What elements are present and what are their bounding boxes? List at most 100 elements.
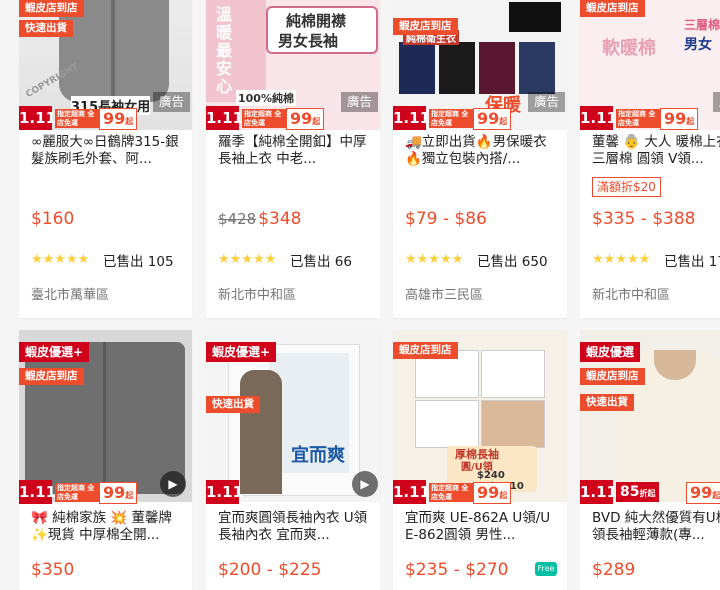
promo-1111: 1.11 — [206, 106, 243, 130]
product-image[interactable]: 蝦皮優選 蝦皮店到店 快速出貨 — [580, 330, 720, 502]
image-brand: 宜而爽 — [291, 445, 345, 466]
product-price: $79 - $86 — [405, 209, 487, 229]
product-card[interactable]: 溫暖最安心 純棉開襟 男女長袖 100%純棉 廣告 1.11 指定超商 全店免運… — [206, 0, 380, 318]
original-price: $428 — [218, 210, 257, 228]
promo-text: 指定超商 全店免運 — [55, 109, 103, 128]
badge-shopee-store: 蝦皮店到店 — [19, 368, 84, 385]
product-price: $335 - $388 — [592, 209, 696, 229]
promo-1111: 1.11 — [19, 106, 56, 130]
model-graphic — [240, 370, 282, 494]
promo-1111: 1.11 — [393, 106, 430, 130]
product-card[interactable]: 純棉衛生衣 蝦皮店到店 保暖 廣告 1.11 指定超商 全店免運 99起 🚚立即… — [393, 0, 567, 318]
badge-shopee-preferred: 蝦皮優選+ — [206, 342, 277, 362]
badge-fast-ship: 快速出貨 — [19, 20, 73, 37]
product-image[interactable]: 蝦皮優選+ 蝦皮店到店 ▶ — [19, 330, 192, 502]
sold-count: 已售出 17 — [664, 254, 720, 270]
packages-graphic — [415, 350, 545, 450]
coupon-badge: 滿額折$20 — [592, 177, 661, 197]
product-price: $235 - $270 — [405, 560, 509, 580]
cardigan-graphic — [25, 342, 185, 494]
badge-shopee-store: 蝦皮店到店 — [19, 0, 84, 17]
product-card[interactable]: 蝦皮優選 蝦皮店到店 快速出貨 1.11 85折起 99起 BVD 純大然優質有… — [580, 330, 720, 590]
product-card[interactable]: 軟暖棉 三層棉 男女 蝦皮店到店 廣告 1.11 指定超商 全店免運 99起 董… — [580, 0, 720, 318]
promo-banner: 1.11 指定超商 全店免運 99起 — [19, 480, 192, 504]
product-card[interactable]: 蝦皮優選+ 蝦皮店到店 ▶ 1.11 指定超商 全店免運 99起 🎀 純棉家族 … — [19, 330, 192, 590]
promo-99: 99起 — [99, 482, 138, 504]
badge-shopee-preferred: 蝦皮優選 — [580, 342, 641, 362]
promo-banner: 1.11 指定超商 全店免運 99起 — [206, 106, 380, 130]
promo-banner: 1.11 指定超商 全店免運 99起 — [393, 106, 567, 130]
brand-box — [509, 2, 561, 32]
promo-99: 99起 — [660, 108, 699, 130]
sold-count: 已售出 650 — [477, 254, 548, 270]
promo-text: 指定超商 全店免運 — [429, 109, 477, 128]
sold-count: 已售出 66 — [290, 254, 352, 270]
shop-location: 新北市中和區 — [218, 288, 297, 303]
image-percent: 100%純棉 — [236, 90, 296, 106]
sale-price: $348 — [258, 209, 302, 229]
star-rating: ★★★★★ — [218, 252, 277, 267]
promo-1111: 1.11 — [580, 106, 617, 130]
product-image[interactable]: 厚棉長袖 圓/U領 $240 $1410 蝦皮店到店 — [393, 330, 567, 502]
image-caption: 純棉開襟 — [286, 12, 347, 30]
product-image[interactable]: 宜而爽 蝦皮優選+ 快速出貨 ▶ — [206, 330, 380, 502]
image-text-3: 男女 — [684, 37, 712, 53]
badge-shopee-store: 蝦皮店到店 — [580, 368, 645, 385]
promo-text: 指定超商 全店免運 — [242, 109, 290, 128]
promo-1111: 1.11 — [580, 480, 617, 504]
promo-1111: 1.11 — [393, 480, 430, 504]
product-card[interactable]: COPYRIGHT 315長袖女用 蝦皮店到店 快速出貨 廣告 1.11 指定超… — [19, 0, 192, 318]
badge-shopee-store: 蝦皮店到店 — [580, 0, 645, 17]
product-price: $428 $348 — [218, 209, 301, 229]
sold-count: 已售出 105 — [103, 254, 174, 270]
product-price: $160 — [31, 209, 75, 229]
product-price: $350 — [31, 560, 75, 580]
promo-banner: 1.11 指定超商 全店免運 99起 — [393, 480, 567, 504]
product-title[interactable]: 董馨 👵 大人 暖棉上衣 三層棉 圓領 V領... — [592, 134, 720, 168]
free-shipping-icon: Free — [535, 562, 557, 576]
promo-85: 85折起 — [616, 482, 660, 502]
product-title[interactable]: BVD 純大然優質有U棉U領長袖輕薄款(專... — [592, 510, 720, 544]
promo-banner: 1.11 — [206, 480, 380, 504]
badge-fast-ship: 快速出貨 — [580, 394, 634, 411]
image-text-2: 三層棉 — [684, 18, 720, 32]
product-title[interactable]: 🎀 純棉家族 💥 董馨牌✨現貨 中厚棉全開... — [31, 510, 180, 544]
image-caption2: 男女長袖 — [278, 32, 339, 50]
shop-location: 高雄市三民區 — [405, 288, 484, 303]
promo-99: 99起 — [99, 108, 138, 130]
badge-shopee-preferred: 蝦皮優選+ — [19, 342, 90, 362]
product-card[interactable]: 宜而爽 蝦皮優選+ 快速出貨 ▶ 1.11 宜而爽圓領長袖內衣 U領長袖內衣 宜… — [206, 330, 380, 590]
badge-shopee-store: 蝦皮店到店 — [393, 18, 458, 35]
product-title[interactable]: ∞麗服大∞日鶴牌315-銀髮族刷毛外套、阿... — [31, 134, 180, 168]
star-rating: ★★★★★ — [405, 252, 464, 267]
star-rating: ★★★★★ — [592, 252, 651, 267]
promo-99: 99起 — [686, 482, 720, 504]
product-title[interactable]: 宜而爽圓領長袖內衣 U領長袖內衣 宜而爽... — [218, 510, 368, 544]
promo-99: 99起 — [286, 108, 325, 130]
image-caption-box: 純棉開襟 男女長袖 — [266, 6, 378, 54]
star-rating: ★★★★★ — [31, 252, 90, 267]
product-price: $289 — [592, 560, 636, 580]
product-title[interactable]: 羅季【純棉全開釦】中厚 長袖上衣 中老... — [218, 134, 368, 168]
product-title[interactable]: 🚚立即出貨🔥男保暖衣🔥獨立包裝內搭/... — [405, 134, 555, 168]
promo-text: 指定超商 全店免運 — [616, 109, 664, 128]
image-vertical-text: 溫暖最安心 — [213, 6, 232, 96]
image-text-1: 軟暖棉 — [602, 38, 656, 59]
product-title[interactable]: 宜而爽 UE-862A U領/UE-862圓領 男性... — [405, 510, 555, 544]
product-card[interactable]: 厚棉長袖 圓/U領 $240 $1410 蝦皮店到店 1.11 指定超商 全店免… — [393, 330, 567, 590]
promo-banner: 1.11 指定超商 全店免運 99起 — [19, 106, 192, 130]
promo-text: 指定超商 全店免運 — [429, 483, 477, 502]
shop-location: 新北市中和區 — [592, 288, 671, 303]
promo-99: 99起 — [473, 108, 512, 130]
promo-99: 99起 — [473, 482, 512, 504]
promo-banner: 1.11 指定超商 全店免運 99起 — [580, 106, 720, 130]
promo-1111: 1.11 — [19, 480, 56, 504]
promo-banner: 1.11 85折起 99起 — [580, 480, 720, 504]
badge-fast-ship: 快速出貨 — [206, 396, 260, 413]
badge-shopee-store: 蝦皮店到店 — [393, 342, 458, 359]
promo-1111: 1.11 — [206, 480, 243, 504]
promo-text: 指定超商 全店免運 — [55, 483, 103, 502]
shirts-graphic — [399, 42, 557, 94]
shop-location: 臺北市萬華區 — [31, 288, 110, 303]
product-price: $200 - $225 — [218, 560, 322, 580]
